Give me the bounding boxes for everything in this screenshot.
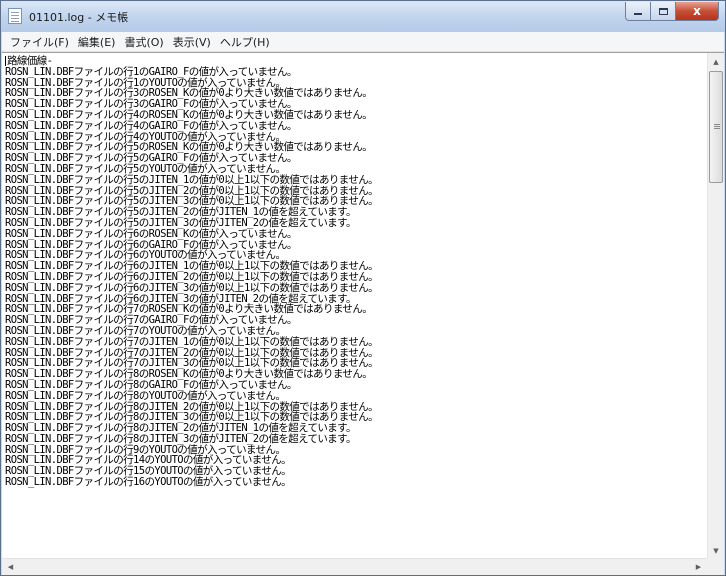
menu-help[interactable]: ヘルプ(H) [216, 34, 274, 50]
scroll-down-button[interactable]: ▼ [708, 542, 724, 559]
scroll-right-button[interactable]: ▶ [690, 559, 707, 575]
scroll-left-button[interactable]: ◀ [2, 559, 19, 575]
caption-buttons: x [625, 2, 719, 22]
title-bar[interactable]: 01101.log - メモ帳 x [1, 1, 725, 32]
text-line: ROSN_LIN.DBFファイルの行16のYOUTOの値が入っていません。 [5, 477, 707, 488]
arrow-up-icon: ▲ [713, 57, 719, 66]
scroll-up-button[interactable]: ▲ [708, 53, 724, 70]
maximize-icon [658, 7, 668, 15]
notepad-window: 01101.log - メモ帳 x ファイル(F) 編集(E) 書式(O) 表示… [0, 0, 726, 576]
menu-edit[interactable]: 編集(E) [74, 34, 120, 50]
window-title: 01101.log - メモ帳 [29, 11, 129, 24]
vertical-scrollbar[interactable]: ▲ ▼ [707, 53, 724, 559]
menu-view[interactable]: 表示(V) [169, 34, 215, 50]
scrollbar-corner [707, 558, 724, 575]
minimize-icon [634, 13, 642, 15]
arrow-down-icon: ▼ [713, 546, 719, 555]
maximize-button[interactable] [651, 2, 676, 21]
grip-icon [714, 124, 720, 125]
text-caret [5, 56, 6, 66]
notepad-icon[interactable] [8, 8, 22, 24]
menu-bar: ファイル(F) 編集(E) 書式(O) 表示(V) ヘルプ(H) [2, 32, 724, 52]
minimize-button[interactable] [625, 2, 651, 21]
vertical-scroll-thumb[interactable] [709, 71, 723, 183]
close-icon: x [693, 4, 701, 18]
horizontal-scrollbar[interactable]: ◀ ▶ [2, 558, 707, 575]
menu-format[interactable]: 書式(O) [120, 34, 167, 50]
close-button[interactable]: x [676, 2, 719, 21]
text-line-content: ROSN_LIN.DBFファイルの行16のYOUTOの値が入っていません。 [5, 476, 292, 489]
arrow-right-icon: ▶ [695, 563, 702, 571]
text-area[interactable]: 路線価線- ROSN_LIN.DBFファイルの行1のGAIRO_Fの値が入っていま… [2, 53, 707, 559]
arrow-left-icon: ◀ [7, 563, 14, 571]
editor-area: 路線価線- ROSN_LIN.DBFファイルの行1のGAIRO_Fの値が入っていま… [2, 52, 724, 575]
menu-file[interactable]: ファイル(F) [6, 34, 73, 50]
